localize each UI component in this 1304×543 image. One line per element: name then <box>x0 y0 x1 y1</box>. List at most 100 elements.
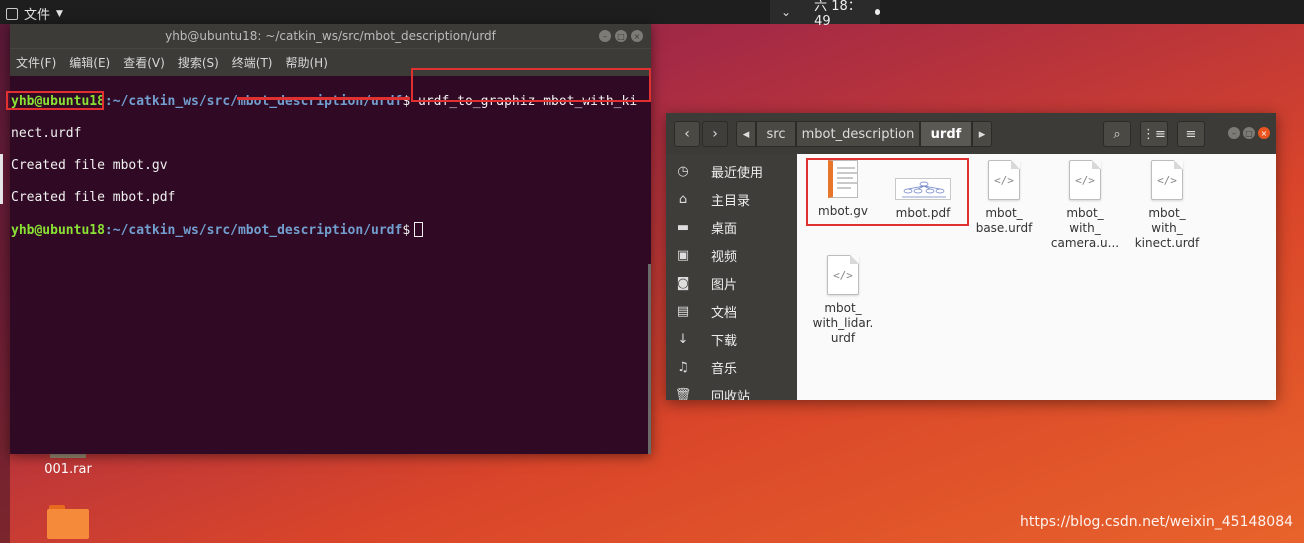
maximize-icon[interactable]: □ <box>1243 127 1255 139</box>
path-underline <box>237 97 410 100</box>
sidebar-item-recent[interactable]: ◷ 最近使用 <box>666 157 797 185</box>
sidebar-item-documents[interactable]: ▤ 文档 <box>666 297 797 325</box>
home-icon: ⌂ <box>678 191 688 207</box>
desktop-icon-001rar[interactable]: 001.rar <box>36 462 100 477</box>
crumb-left-arrow[interactable]: ◂ <box>736 121 756 147</box>
sidebar-item-label: 文档 <box>711 305 738 321</box>
sidebar-item-label: 桌面 <box>711 221 738 237</box>
app-icon <box>6 7 18 20</box>
search-button[interactable]: ⌕ <box>1103 121 1131 147</box>
code-file-icon: </> <box>1151 160 1183 200</box>
command-cont-highlight-box <box>6 91 104 110</box>
desktop-icon-label: 001.rar <box>44 462 92 477</box>
file-mbot-base-urdf[interactable]: </> mbot_ base.urdf <box>964 160 1044 236</box>
terminal-line: yhb@ubuntu18:~/catkin_ws/src/mbot_descri… <box>11 222 650 238</box>
file-manager-headerbar[interactable]: ‹ › ◂ src mbot_description urdf ▸ ⌕ ⋮≡ ≡… <box>666 113 1276 154</box>
output-line: Created file mbot.pdf <box>11 190 176 205</box>
file-mbot-with-lidar-urdf[interactable]: </> mbot_ with_lidar. urdf <box>803 255 883 346</box>
app-menu-label: 文件 <box>24 8 51 23</box>
terminal-line: Created file mbot.gv <box>11 158 650 174</box>
code-file-icon: </> <box>827 255 859 295</box>
back-icon: ‹ <box>684 126 690 142</box>
sidebar-item-label: 回收站 <box>711 389 751 401</box>
crumb-label: mbot_description <box>801 126 915 142</box>
folder-icon: ▬ <box>676 219 690 235</box>
sidebar-item-downloads[interactable]: ↓ 下载 <box>666 325 797 353</box>
crumb-label: urdf <box>930 126 962 142</box>
sidebar-item-label: 音乐 <box>711 361 738 377</box>
terminal-scrollbar[interactable] <box>648 264 651 454</box>
app-menu[interactable]: 文件 ▼ <box>6 4 63 23</box>
status-dot-icon <box>874 9 880 15</box>
video-icon: ▣ <box>676 247 690 263</box>
maximize-icon[interactable]: □ <box>615 30 627 42</box>
download-icon: ↓ <box>677 331 689 347</box>
launcher-active-indicator <box>0 154 3 204</box>
close-icon[interactable]: × <box>631 30 643 42</box>
sidebar-item-pictures[interactable]: ◙ 图片 <box>666 269 797 297</box>
menu-button[interactable]: ≡ <box>1177 121 1205 147</box>
command-text-cont: nect.urdf <box>11 126 82 141</box>
minimize-icon[interactable]: – <box>599 30 611 42</box>
close-icon[interactable]: × <box>1258 127 1270 139</box>
watermark: https://blog.csdn.net/weixin_45148084 <box>1020 514 1294 530</box>
crumb-src[interactable]: src <box>756 121 796 147</box>
trash-icon: 🗑 <box>674 387 692 401</box>
arrow-right-icon: ▸ <box>978 126 986 142</box>
code-file-icon: </> <box>1069 160 1101 200</box>
minimize-icon[interactable]: – <box>1228 127 1240 139</box>
desktop-folder-icon[interactable] <box>47 505 89 539</box>
file-manager-sidebar: ◷ 最近使用 ⌂ 主目录 ▬ 桌面 ▣ 视频 ◙ 图片 ▤ 文档 ↓ 下载 ♫ 音乐 🗑 回收站 <box>666 154 797 400</box>
file-mbot-with-kinect-urdf[interactable]: </> mbot_ with_ kinect.urdf <box>1127 160 1207 251</box>
forward-icon: › <box>712 126 718 142</box>
crumb-urdf[interactable]: urdf <box>920 121 972 147</box>
hamburger-icon: ≡ <box>1185 126 1197 142</box>
prompt-path: :~/catkin_ws/src/mbot_description/urdf <box>104 223 403 238</box>
crumb-label: src <box>766 126 786 142</box>
cursor <box>414 222 424 237</box>
top-panel: 文件 ▼ ⌄ 六 18：49 <box>0 0 1304 29</box>
music-icon: ♫ <box>677 359 689 375</box>
terminal-title: yhb@ubuntu18: ~/catkin_ws/src/mbot_descr… <box>165 29 496 43</box>
clock: 六 18：49 <box>814 0 861 29</box>
terminal-line: Created file mbot.pdf <box>11 190 650 206</box>
clock-icon: ◷ <box>677 163 689 179</box>
menu-view[interactable]: 查看(V) <box>123 54 165 71</box>
file-manager-window[interactable]: ‹ › ◂ src mbot_description urdf ▸ ⌕ ⋮≡ ≡… <box>666 113 1276 400</box>
sidebar-item-music[interactable]: ♫ 音乐 <box>666 353 797 381</box>
terminal-output[interactable]: yhb@ubuntu18:~/catkin_ws/src/mbot_descri… <box>10 76 651 272</box>
file-mbot-with-camera-urdf[interactable]: </> mbot_ with_ camera.u... <box>1045 160 1125 251</box>
file-label: mbot_ with_lidar. urdf <box>812 301 874 345</box>
sidebar-item-home[interactable]: ⌂ 主目录 <box>666 185 797 213</box>
code-file-icon: </> <box>988 160 1020 200</box>
back-button[interactable]: ‹ <box>674 121 700 147</box>
camera-icon: ◙ <box>676 275 690 291</box>
menu-help[interactable]: 帮助(H) <box>286 54 328 71</box>
sidebar-item-label: 下载 <box>711 333 738 349</box>
crumb-mbot-description[interactable]: mbot_description <box>796 121 920 147</box>
view-toggle-button[interactable]: ⋮≡ <box>1140 121 1168 147</box>
menu-search[interactable]: 搜索(S) <box>178 54 219 71</box>
sidebar-item-videos[interactable]: ▣ 视频 <box>666 241 797 269</box>
document-icon: ▤ <box>676 303 690 319</box>
menu-edit[interactable]: 编辑(E) <box>69 54 110 71</box>
menu-terminal[interactable]: 终端(T) <box>232 54 273 71</box>
sidebar-item-trash[interactable]: 🗑 回收站 <box>666 381 797 401</box>
output-line: Created file mbot.gv <box>11 158 168 173</box>
file-label: mbot_ with_ camera.u... <box>1050 206 1120 250</box>
forward-button[interactable]: › <box>702 121 728 147</box>
command-highlight-box <box>411 68 651 102</box>
prompt-symbol: $ <box>402 223 411 238</box>
clock-area[interactable]: ⌄ 六 18：49 <box>770 0 880 29</box>
sidebar-item-label: 主目录 <box>711 193 751 209</box>
sidebar-item-label: 最近使用 <box>711 165 764 181</box>
arrow-left-icon: ◂ <box>742 126 750 142</box>
file-label: mbot_ base.urdf <box>975 206 1033 235</box>
caret-down-icon: ▼ <box>56 8 63 19</box>
search-icon: ⌕ <box>1113 126 1121 142</box>
sidebar-item-desktop[interactable]: ▬ 桌面 <box>666 213 797 241</box>
chevron-down-icon[interactable]: ⌄ <box>770 5 802 19</box>
menu-file[interactable]: 文件(F) <box>16 54 56 71</box>
terminal-titlebar[interactable]: yhb@ubuntu18: ~/catkin_ws/src/mbot_descr… <box>10 24 651 48</box>
crumb-right-arrow[interactable]: ▸ <box>972 121 992 147</box>
